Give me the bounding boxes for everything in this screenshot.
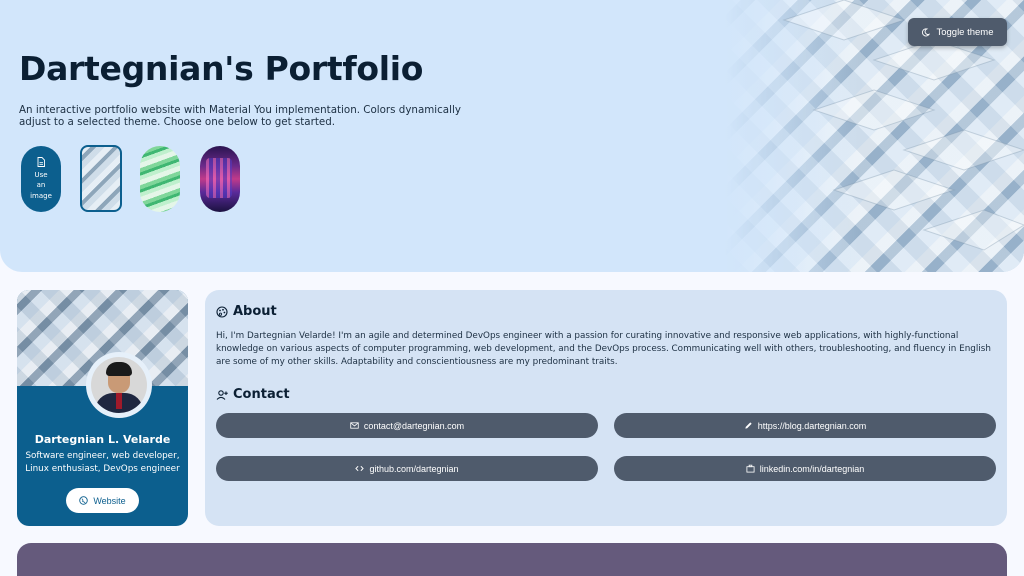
about-heading-label: About (233, 304, 277, 319)
theme-chip-neon-city[interactable] (200, 146, 240, 212)
about-heading: About (216, 304, 277, 319)
contact-heading: Contact (216, 387, 290, 402)
about-card: About Hi, I'm Dartegnian Velarde! I'm an… (205, 290, 1007, 526)
contact-heading-label: Contact (233, 387, 290, 402)
mail-icon (350, 422, 359, 429)
file-icon (37, 156, 45, 167)
code-icon (355, 465, 365, 472)
use-image-chip[interactable]: Use an image (21, 146, 61, 212)
avatar-frame (86, 352, 152, 418)
about-text: Hi, I'm Dartegnian Velarde! I'm an agile… (216, 331, 991, 367)
profile-description: Software engineer, web developer, Linux … (25, 451, 180, 474)
toggle-theme-label: Toggle theme (936, 26, 994, 38)
person-add-icon (216, 389, 228, 400)
linkedin-label: linkedin.com/in/dartegnian (759, 463, 865, 474)
blog-label: https://blog.dartegnian.com (757, 420, 867, 431)
use-image-label-1: Use (34, 170, 48, 179)
page-title: Dartegnian's Portfolio (19, 49, 424, 88)
profile-card: Dartegnian L. Velarde Software engineer,… (17, 290, 188, 526)
theme-chip-green-waves[interactable] (140, 146, 180, 212)
pencil-icon (745, 422, 752, 429)
use-image-label-2: an (36, 181, 46, 190)
use-image-label-3: image (30, 191, 52, 200)
website-label: Website (93, 495, 126, 506)
page-subtitle: An interactive portfolio website with Ma… (19, 104, 461, 128)
website-button[interactable]: Website (66, 488, 139, 513)
toggle-theme-button[interactable]: Toggle theme (908, 18, 1007, 46)
theme-chip-glass-cubes[interactable] (80, 145, 122, 212)
github-label: github.com/dartegnian (369, 463, 459, 474)
email-button[interactable]: contact@dartegnian.com (216, 413, 598, 438)
avatar (91, 357, 147, 413)
github-button[interactable]: github.com/dartegnian (216, 456, 598, 481)
blog-button[interactable]: https://blog.dartegnian.com (614, 413, 996, 438)
globe-icon (79, 496, 89, 505)
linkedin-button[interactable]: linkedin.com/in/dartegnian (614, 456, 996, 481)
hero-section: Toggle theme Dartegnian's Portfolio An i… (0, 0, 1024, 272)
email-label: contact@dartegnian.com (363, 420, 465, 431)
moon-icon (922, 27, 931, 36)
next-section-card (17, 543, 1007, 576)
palette-icon (216, 305, 228, 318)
profile-name: Dartegnian L. Velarde (34, 433, 171, 446)
briefcase-icon (746, 464, 755, 473)
